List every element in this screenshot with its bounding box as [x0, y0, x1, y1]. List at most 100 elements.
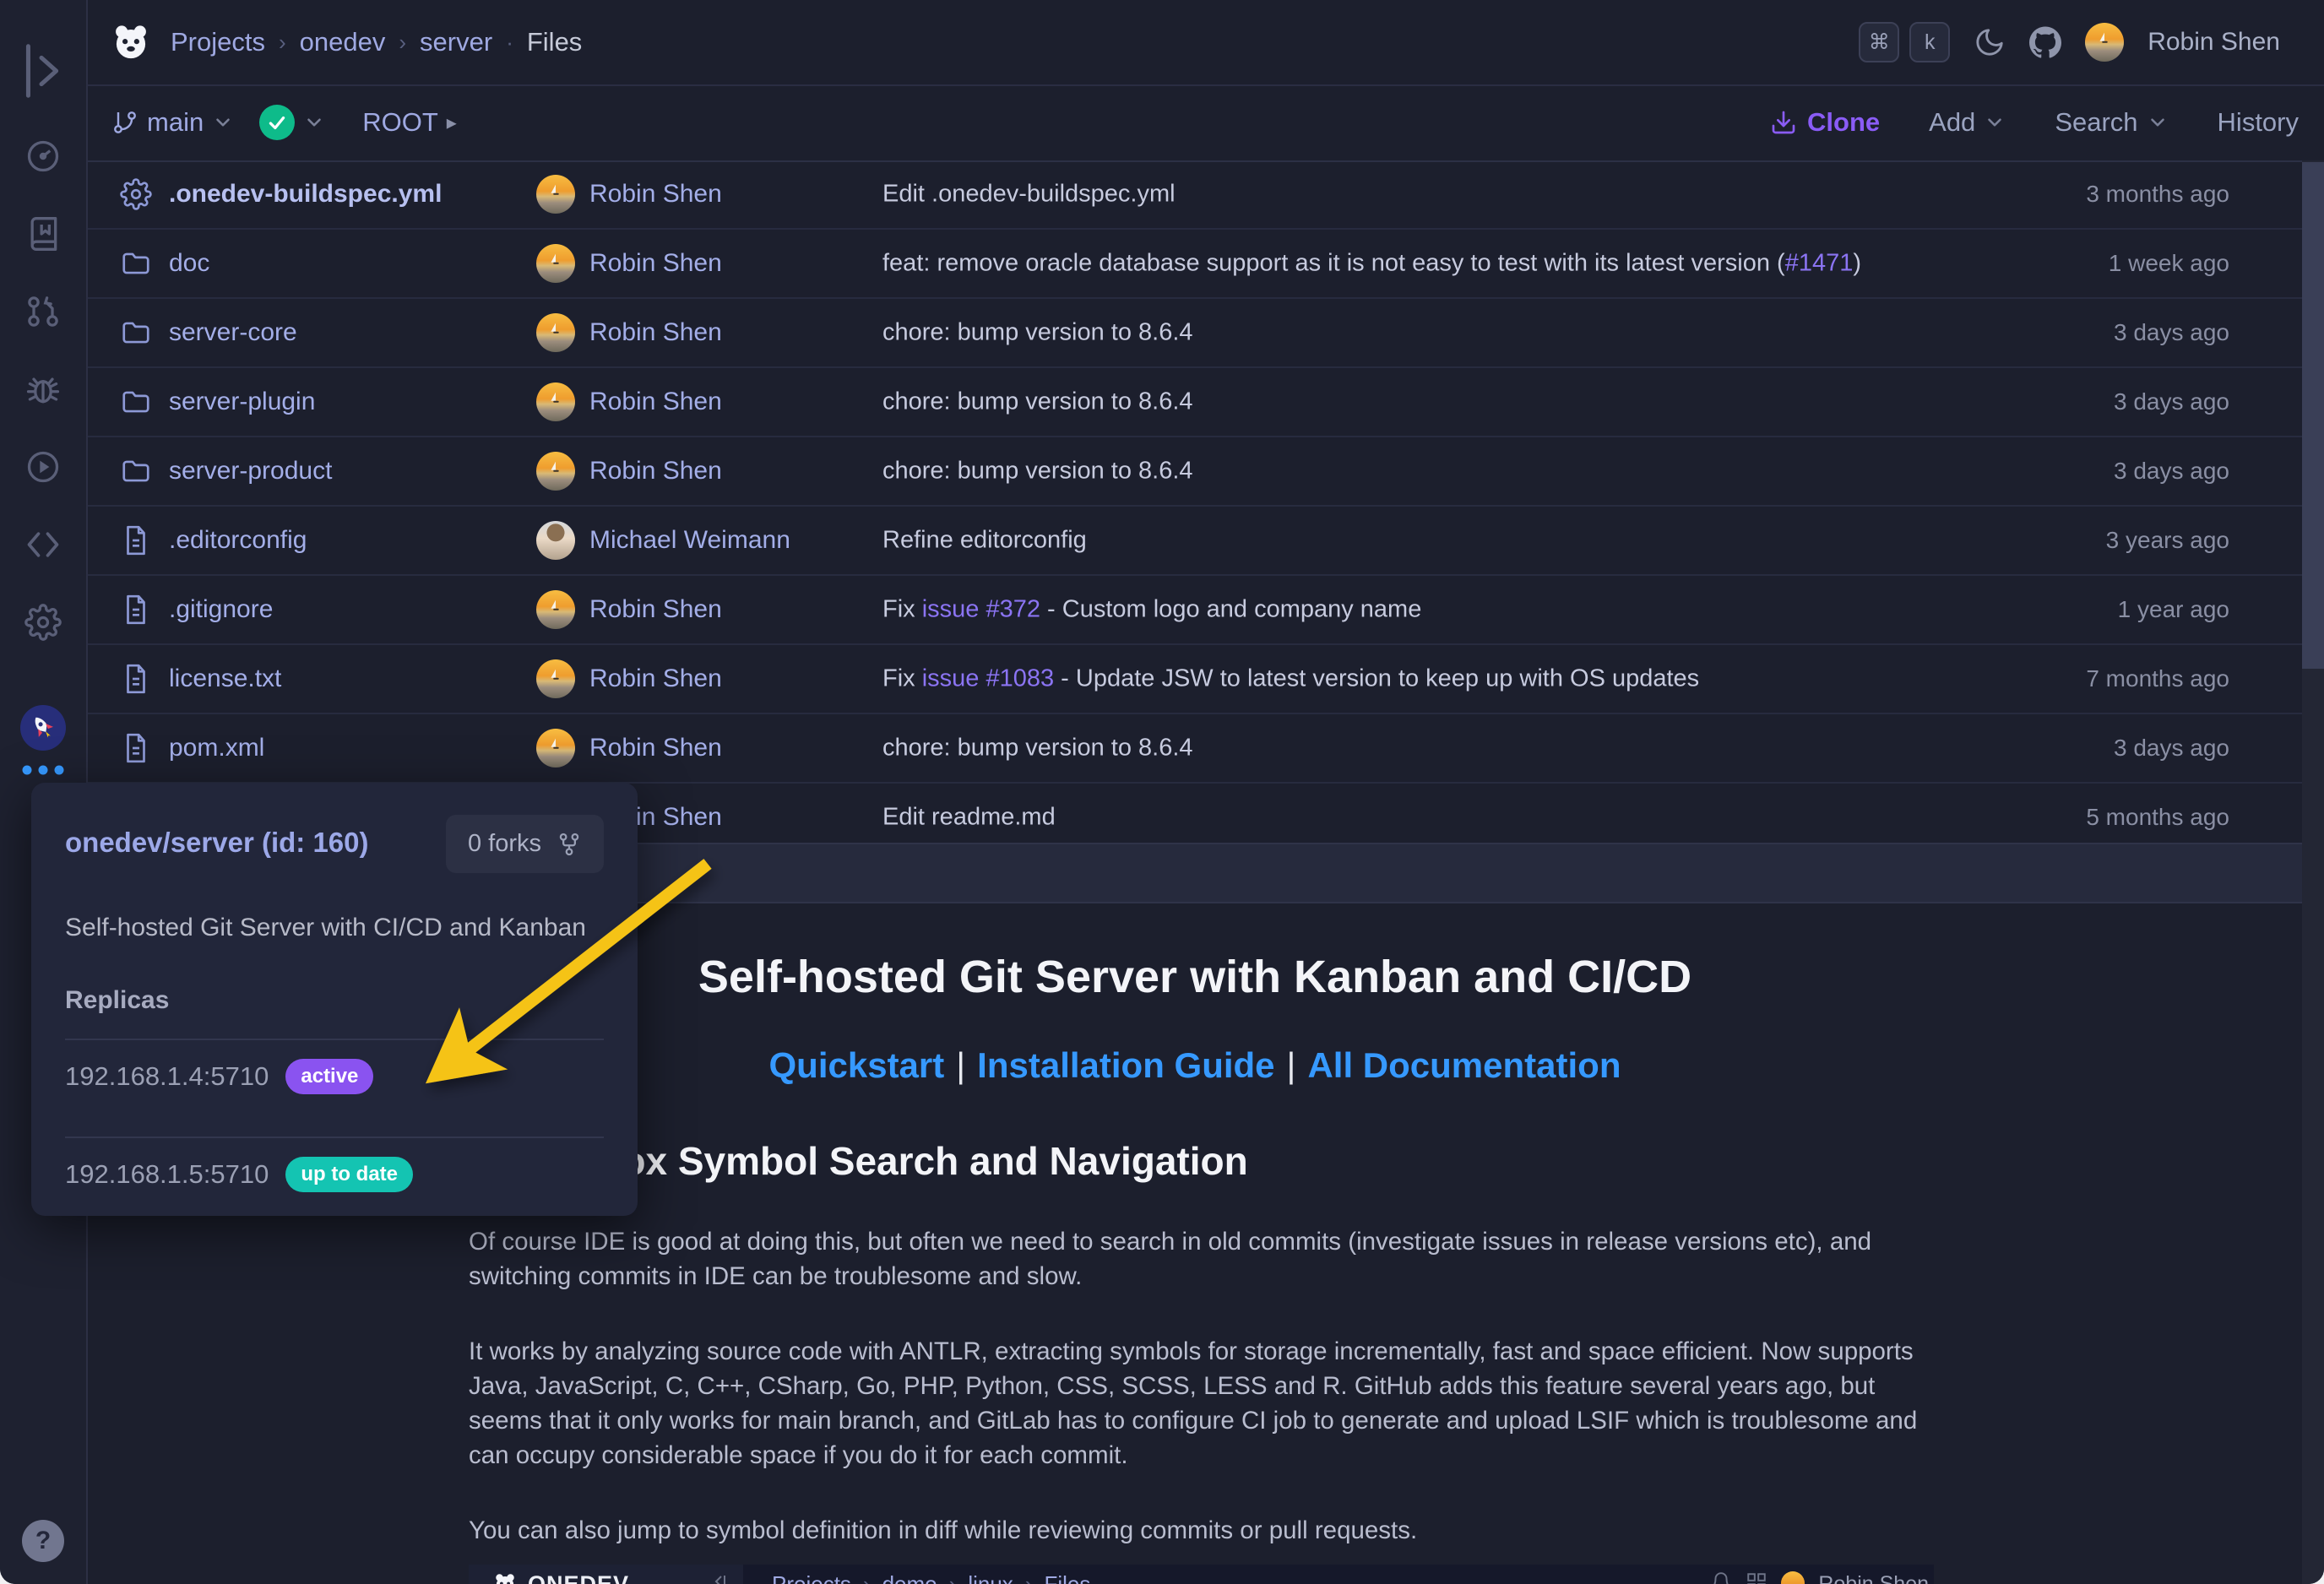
history-button[interactable]: History	[2218, 107, 2299, 138]
chevron-right-icon: ▸	[447, 111, 457, 135]
embedded-breadcrumb-item: Files	[1044, 1571, 1090, 1584]
author-avatar[interactable]	[536, 452, 575, 491]
download-icon	[1770, 109, 1797, 136]
builds-play-icon[interactable]	[24, 448, 62, 486]
readme-embedded-screenshot: ONEDEV Projects›demo›linux›Files Robin S…	[469, 1565, 1934, 1584]
file-name-link[interactable]: .editorconfig	[169, 526, 307, 555]
readme-paragraph: It works by analyzing source code with A…	[469, 1334, 1921, 1473]
user-avatar[interactable]	[2085, 23, 2124, 62]
embedded-breadcrumb-item: demo	[882, 1571, 937, 1584]
help-button[interactable]: ?	[22, 1520, 64, 1562]
chevron-down-icon	[1984, 111, 2006, 133]
author-link[interactable]: Robin Shen	[589, 249, 722, 278]
author-avatar[interactable]	[536, 729, 575, 768]
popup-replicas-label: Replicas	[65, 986, 604, 1015]
author-avatar[interactable]	[536, 382, 575, 421]
readme-content: Self-hosted Git Server with Kanban and C…	[469, 903, 1921, 1548]
dashboard-icon[interactable]	[24, 138, 62, 175]
code-icon[interactable]	[24, 526, 62, 563]
table-row[interactable]: license.txtRobin ShenFix issue #1083 - U…	[86, 645, 2302, 714]
readme-doc-link[interactable]: All Documentation	[1307, 1045, 1621, 1085]
shortcut-k-key[interactable]: k	[1909, 22, 1950, 62]
forks-button[interactable]: 0 forks	[446, 815, 604, 873]
message-text: Fix	[882, 665, 922, 692]
chevron-right-icon: ›	[279, 30, 286, 56]
folder-icon	[120, 247, 152, 279]
chevron-right-icon: ›	[399, 30, 406, 56]
file-name-link[interactable]: server-core	[169, 318, 297, 347]
author-link[interactable]: Robin Shen	[589, 595, 722, 624]
file-name-link[interactable]: .onedev-buildspec.yml	[169, 180, 442, 209]
readme-paragraph: Of course IDE is good at doing this, but…	[469, 1224, 1921, 1294]
breadcrumb-link[interactable]: server	[420, 27, 492, 57]
breadcrumb-link[interactable]: onedev	[300, 27, 386, 57]
embedded-user-name: Robin Shen	[1818, 1571, 1929, 1584]
breadcrumb-link[interactable]: Projects	[171, 27, 265, 57]
build-status-selector[interactable]	[259, 105, 325, 140]
author-link[interactable]: Robin Shen	[589, 457, 722, 486]
file-name-link[interactable]: license.txt	[169, 665, 281, 693]
commit-message: Refine editorconfig	[882, 527, 1087, 555]
author-link[interactable]: Robin Shen	[589, 734, 722, 762]
author-avatar[interactable]	[536, 175, 575, 214]
file-name-link[interactable]: server-product	[169, 457, 332, 486]
table-row[interactable]: .editorconfig Michael Weimann Refine edito…	[86, 507, 2302, 576]
path-root-link[interactable]: ROOT ▸	[362, 107, 457, 138]
author-avatar[interactable]	[536, 244, 575, 283]
dark-mode-moon-icon[interactable]	[1974, 26, 2006, 58]
table-row[interactable]: pom.xml Robin Shen chore: bump version to …	[86, 714, 2302, 784]
docs-book-icon[interactable]	[24, 215, 62, 252]
table-row[interactable]: server-productRobin Shenchore: bump vers…	[86, 437, 2302, 507]
clone-button[interactable]: Clone	[1770, 107, 1880, 138]
fork-icon	[557, 832, 582, 857]
readme-doc-link[interactable]: Installation Guide	[977, 1045, 1274, 1085]
add-menu[interactable]: Add	[1929, 107, 2006, 138]
popup-project-description: Self-hosted Git Server with CI/CD and Ka…	[65, 914, 604, 942]
table-row[interactable]: server-coreRobin Shenchore: bump version…	[86, 299, 2302, 368]
file-name-link[interactable]: .gitignore	[169, 595, 273, 624]
folder-icon	[120, 386, 152, 418]
settings-gear-icon[interactable]	[24, 604, 62, 641]
project-rocket-avatar[interactable]	[20, 705, 66, 751]
table-row[interactable]: docRobin Shenfeat: remove oracle databas…	[86, 230, 2302, 299]
author-link[interactable]: Robin Shen	[589, 388, 722, 416]
search-menu[interactable]: Search	[2055, 107, 2168, 138]
message-text: Edit readme.md	[882, 804, 1056, 831]
bug-icon[interactable]	[24, 371, 62, 408]
table-row[interactable]: server-pluginRobin Shenchore: bump versi…	[86, 368, 2302, 437]
git-branch-icon	[111, 109, 138, 136]
commit-message: chore: bump version to 8.6.4	[882, 735, 1193, 762]
author-avatar[interactable]	[536, 313, 575, 352]
branch-selector[interactable]: main	[111, 107, 234, 138]
github-icon[interactable]	[2029, 26, 2061, 58]
sidebar-expand-icon[interactable]	[21, 38, 65, 104]
popup-project-title[interactable]: onedev/server (id: 160)	[65, 827, 369, 859]
issue-link[interactable]: #1471	[1785, 250, 1854, 277]
pull-request-icon[interactable]	[24, 293, 62, 330]
chevron-right-icon: ›	[949, 1571, 957, 1584]
author-link[interactable]: Robin Shen	[589, 180, 722, 209]
author-avatar[interactable]	[536, 590, 575, 629]
table-row[interactable]: .gitignoreRobin ShenFix issue #372 - Cus…	[86, 576, 2302, 645]
chevron-down-icon	[212, 111, 234, 133]
issue-link[interactable]: issue #372	[922, 596, 1040, 623]
file-icon	[120, 524, 152, 556]
table-row[interactable]: .onedev-buildspec.ymlRobin ShenEdit .one…	[86, 160, 2302, 230]
author-link[interactable]: Robin Shen	[589, 318, 722, 347]
folder-icon	[120, 317, 152, 349]
onedev-logo-icon[interactable]	[110, 21, 152, 63]
readme-doc-link[interactable]: Quickstart	[769, 1045, 945, 1085]
shortcut-cmd-key[interactable]: ⌘	[1859, 22, 1899, 62]
file-name-link[interactable]: doc	[169, 249, 209, 278]
user-name[interactable]: Robin Shen	[2148, 28, 2280, 57]
issue-link[interactable]: issue #1083	[922, 665, 1054, 692]
more-options-dots[interactable]	[23, 766, 64, 775]
file-name-link[interactable]: server-plugin	[169, 388, 315, 416]
file-name-link[interactable]: pom.xml	[169, 734, 264, 762]
collapse-icon	[709, 1571, 730, 1584]
author-avatar[interactable]	[536, 521, 575, 560]
author-avatar[interactable]	[536, 659, 575, 698]
author-link[interactable]: Michael Weimann	[589, 526, 790, 555]
scrollbar-thumb[interactable]	[2302, 162, 2324, 669]
author-link[interactable]: Robin Shen	[589, 665, 722, 693]
